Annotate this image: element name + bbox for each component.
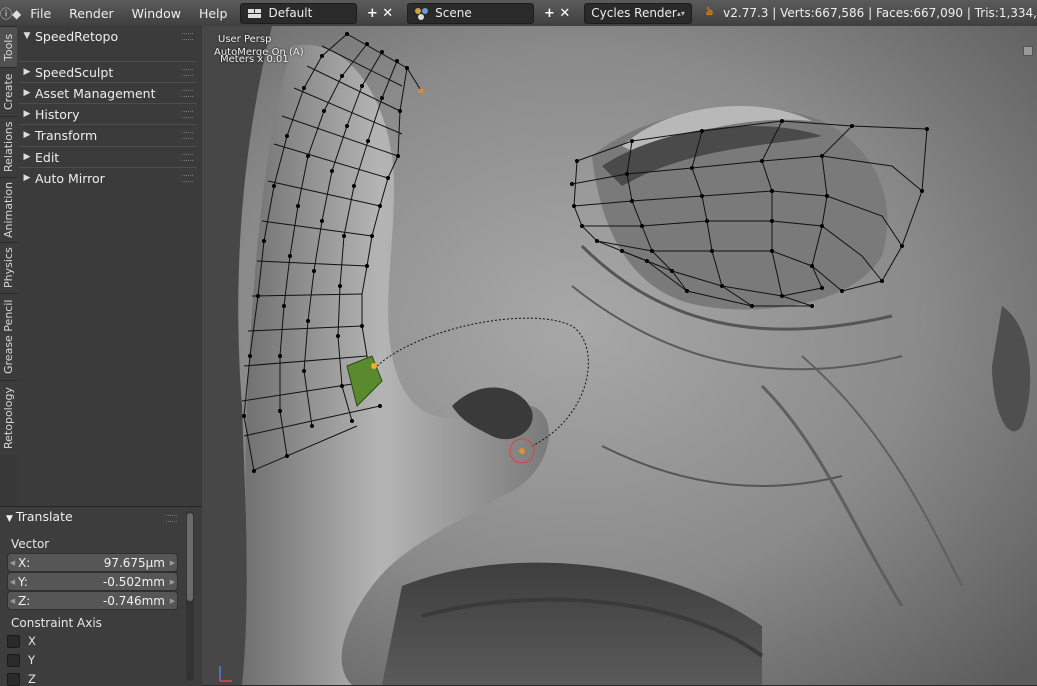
collapsed-arrow-icon: ▶ <box>23 173 31 183</box>
collapsed-arrow-icon: ▶ <box>23 88 31 98</box>
scene-selector[interactable]: Scene <box>407 2 534 24</box>
drag-grip-icon[interactable] <box>182 89 193 97</box>
tab-create[interactable]: Create <box>0 67 17 116</box>
tab-grease-pencil[interactable]: Grease Pencil <box>0 293 17 380</box>
operator-title: Translate <box>15 509 73 524</box>
expanded-arrow-icon: ▼ <box>23 31 31 41</box>
scroll-thumb[interactable] <box>187 513 193 601</box>
render-engine-selector[interactable]: Cycles Render ▴▾ <box>584 2 692 24</box>
vector-y-field[interactable]: ◀ Y: -0.502mm ▶ <box>7 572 178 591</box>
menu-file[interactable]: File <box>21 6 60 21</box>
panel-speedsculpt[interactable]: ▶ SpeedSculpt <box>19 61 197 82</box>
panel-label: Transform <box>35 127 98 143</box>
tool-shelf: ▼ SpeedRetopo ▶ SpeedSculpt ▶ Asset Mana… <box>17 26 202 506</box>
checkbox[interactable] <box>7 634 20 648</box>
brush-cursor-center <box>519 448 525 454</box>
constraint-axis-label: Constraint Axis <box>11 616 102 630</box>
units-label: Meters x 0.01 <box>220 54 289 65</box>
increment-arrow-icon[interactable]: ▶ <box>168 578 177 586</box>
panel-label: Asset Management <box>35 85 156 101</box>
panel-transform[interactable]: ▶ Transform <box>19 124 197 145</box>
decrement-arrow-icon[interactable]: ◀ <box>8 578 17 586</box>
drag-grip-icon[interactable] <box>182 174 193 182</box>
collapsed-arrow-icon: ▶ <box>23 109 31 119</box>
tab-physics[interactable]: Physics <box>0 242 17 293</box>
tab-animation[interactable]: Animation <box>0 177 17 242</box>
scene-add-remove-buttons[interactable]: + ✕ <box>544 6 570 21</box>
vector-label: Vector <box>11 537 50 551</box>
scene-value: Scene <box>435 6 472 20</box>
constraint-x-checkbox[interactable]: X <box>7 634 36 648</box>
vector-y-value: -0.502mm <box>102 574 165 589</box>
active-vertex <box>371 363 377 369</box>
vector-z-field[interactable]: ◀ Z: -0.746mm ▶ <box>7 591 178 610</box>
decrement-arrow-icon[interactable]: ◀ <box>8 597 17 605</box>
drag-grip-icon[interactable] <box>182 153 193 161</box>
collapsed-arrow-icon: ▶ <box>23 152 31 162</box>
view-name-label: User Persp <box>218 34 272 45</box>
increment-arrow-icon[interactable]: ▶ <box>168 559 177 567</box>
panel-label: Edit <box>35 149 60 165</box>
panel-auto-mirror[interactable]: ▶ Auto Mirror <box>19 167 197 188</box>
panel-label: SpeedSculpt <box>35 64 114 80</box>
tab-tools[interactable]: Tools <box>0 26 17 67</box>
vector-z-value: -0.746mm <box>102 593 165 608</box>
panel-label: Auto Mirror <box>35 170 105 186</box>
render-engine-value: Cycles Render <box>591 6 677 20</box>
menu-help[interactable]: Help <box>190 6 237 21</box>
scene-stats: v2.77.3 | Verts:667,586 | Faces:667,090 … <box>723 6 1037 20</box>
panel-label: SpeedRetopo <box>35 28 119 44</box>
drag-grip-icon[interactable] <box>182 32 193 40</box>
decrement-arrow-icon[interactable]: ◀ <box>8 559 17 567</box>
checkbox[interactable] <box>7 672 20 686</box>
panel-edit[interactable]: ▶ Edit <box>19 146 197 167</box>
constraint-z-checkbox[interactable]: Z <box>7 672 36 686</box>
blender-logo-icon: ঌ <box>705 4 714 18</box>
tool-shelf-tabs: Tools Create Relations Animation Physics… <box>0 26 18 506</box>
drag-grip-icon[interactable] <box>166 515 177 522</box>
operator-panel: ▼ Translate Vector ◀ X: 97.675µm ▶ ◀ Y: -… <box>0 506 202 686</box>
vector-x-value: 97.675µm <box>103 555 165 570</box>
panel-label: History <box>35 106 80 122</box>
tab-relations[interactable]: Relations <box>0 116 17 177</box>
vector-x-field[interactable]: ◀ X: 97.675µm ▶ <box>7 553 178 572</box>
chevron-updown-icon: ▴▾ <box>676 8 685 18</box>
checkbox[interactable] <box>7 653 20 667</box>
orange-vertex <box>418 88 424 94</box>
scene-icon <box>414 7 430 20</box>
constraint-y-checkbox[interactable]: Y <box>7 653 35 667</box>
sculpt-render <box>202 26 1037 685</box>
drag-grip-icon[interactable] <box>182 68 193 76</box>
viewport-plus-icon[interactable] <box>1023 46 1033 56</box>
drag-grip-icon[interactable] <box>182 110 193 118</box>
operator-scrollbar[interactable] <box>186 511 194 681</box>
header-bar: ⓘ◆ File Render Window Help Default + ✕ S… <box>0 0 1037 27</box>
panel-speedretopo[interactable]: ▼ SpeedRetopo <box>19 26 197 46</box>
increment-arrow-icon[interactable]: ▶ <box>168 597 177 605</box>
collapsed-arrow-icon: ▶ <box>23 130 31 140</box>
menu-render[interactable]: Render <box>60 6 123 21</box>
panel-asset-management[interactable]: ▶ Asset Management <box>19 82 197 103</box>
drag-grip-icon[interactable] <box>182 131 193 139</box>
layout-icon <box>247 7 263 20</box>
expanded-arrow-icon: ▼ <box>6 514 13 524</box>
tab-retopology[interactable]: Retopology <box>0 380 17 455</box>
layout-add-remove-buttons[interactable]: + ✕ <box>367 6 393 21</box>
layout-value: Default <box>268 6 313 20</box>
panel-history[interactable]: ▶ History <box>19 103 197 124</box>
info-icon[interactable]: ⓘ◆ <box>0 5 21 22</box>
collapsed-arrow-icon: ▶ <box>23 67 31 77</box>
operator-header[interactable]: ▼ Translate <box>6 509 73 524</box>
3d-viewport[interactable]: User Persp AutoMerge On (A) Meters x 0.0… <box>202 26 1037 685</box>
menu-window[interactable]: Window <box>123 6 190 21</box>
screen-layout-selector[interactable]: Default <box>240 2 357 24</box>
